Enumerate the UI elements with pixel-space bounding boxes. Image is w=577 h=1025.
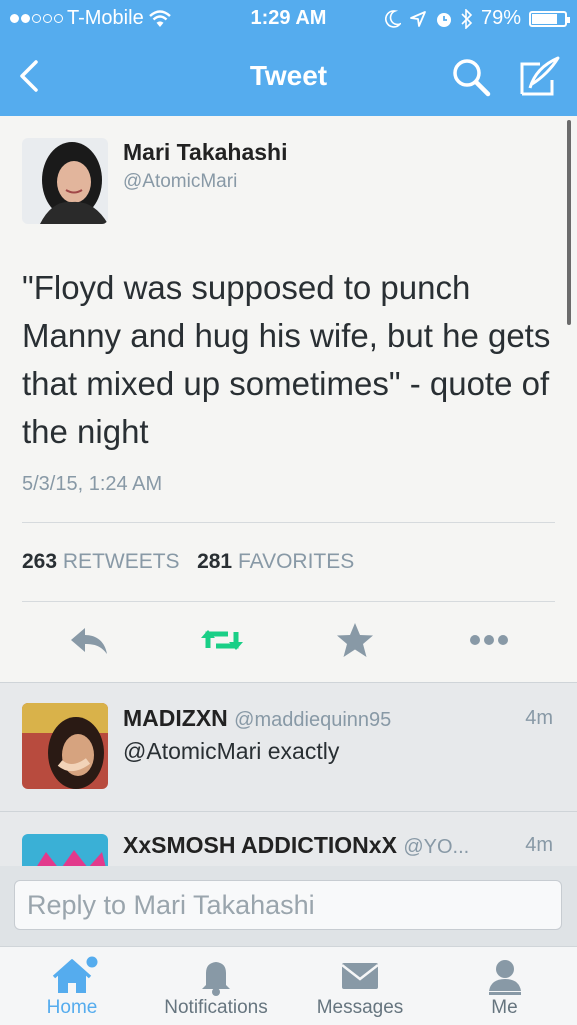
divider xyxy=(22,601,555,602)
author-handle[interactable]: @AtomicMari xyxy=(123,171,237,193)
reply-author-display-name: MADIZXN xyxy=(123,705,228,731)
divider xyxy=(22,522,555,523)
battery-percentage: 79% xyxy=(480,7,521,29)
reply-author-handle: @maddiequinn95 xyxy=(234,709,392,731)
reply-avatar[interactable] xyxy=(22,703,108,789)
envelope-icon xyxy=(341,963,379,989)
search-icon[interactable] xyxy=(450,56,492,98)
tab-me-label: Me xyxy=(491,997,518,1018)
reply-text: @AtomicMari exactly xyxy=(123,738,340,764)
tweet-text: "Floyd was supposed to punch Manny and h… xyxy=(22,269,551,450)
scrollbar[interactable] xyxy=(567,120,571,325)
compose-tweet-icon[interactable] xyxy=(516,54,560,98)
favorite-star-icon[interactable] xyxy=(333,620,377,660)
list-item[interactable]: XxSMOSH ADDICTIONxX @YO... 4m xyxy=(0,812,577,866)
reply-author-handle: @YO... xyxy=(403,836,470,858)
tab-notifications[interactable]: Notifications xyxy=(144,947,288,1025)
retweets-label: RETWEETS xyxy=(62,550,180,573)
tab-messages[interactable]: Messages xyxy=(288,947,432,1025)
tab-home-label: Home xyxy=(46,997,98,1018)
reply-author-name[interactable]: XxSMOSH ADDICTIONxX @YO... xyxy=(123,832,469,859)
favorites-stat[interactable]: 281 FAVORITES xyxy=(197,550,354,573)
tweet-stats: 263 RETWEETS 281 FAVORITES xyxy=(22,550,354,574)
reply-input[interactable] xyxy=(14,880,562,930)
favorites-count: 281 xyxy=(197,550,233,573)
tab-me[interactable]: Me xyxy=(432,947,577,1025)
tab-home[interactable]: Home xyxy=(0,947,144,1025)
tab-notifications-label: Notifications xyxy=(164,997,268,1018)
retweets-count: 263 xyxy=(22,550,58,573)
home-icon xyxy=(52,956,98,993)
favorites-label: FAVORITES xyxy=(237,550,355,573)
reply-age: 4m xyxy=(525,834,553,856)
tab-messages-label: Messages xyxy=(316,997,404,1018)
retweets-stat[interactable]: 263 RETWEETS xyxy=(22,550,180,573)
retweet-icon[interactable] xyxy=(200,620,244,660)
location-arrow-icon xyxy=(410,10,426,27)
reply-age: 4m xyxy=(525,707,553,729)
bell-icon xyxy=(202,962,230,996)
person-icon xyxy=(488,960,521,995)
list-item[interactable]: MADIZXN @maddiequinn95 4m @AtomicMari ex… xyxy=(0,683,577,811)
status-bar: T-Mobile 1:29 AM 79% xyxy=(0,0,577,38)
reply-author-name[interactable]: MADIZXN @maddiequinn95 xyxy=(123,705,391,732)
status-icons: 79% xyxy=(385,7,570,30)
navigation-header: T-Mobile 1:29 AM 79% Tweet xyxy=(0,0,577,116)
more-options-icon[interactable] xyxy=(467,620,511,660)
battery-icon xyxy=(529,10,570,27)
reply-avatar[interactable] xyxy=(22,834,108,866)
moon-icon xyxy=(385,9,401,28)
reply-author-display-name: XxSMOSH ADDICTIONxX xyxy=(123,832,397,858)
bluetooth-icon xyxy=(461,8,473,29)
reply-icon[interactable] xyxy=(67,620,111,660)
tweet-timestamp: 5/3/15, 1:24 AM xyxy=(22,473,163,495)
author-avatar[interactable] xyxy=(22,138,108,224)
author-name[interactable]: Mari Takahashi xyxy=(123,139,287,166)
alarm-clock-icon xyxy=(436,12,451,27)
tab-bar: Home Notifications Messages Me xyxy=(0,946,577,1025)
